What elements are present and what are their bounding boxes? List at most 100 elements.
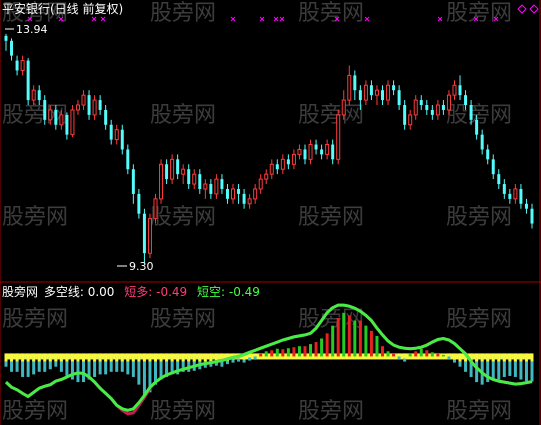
candle-body-down <box>126 149 130 170</box>
histogram-fill <box>109 353 113 362</box>
candle-body-up <box>147 218 152 254</box>
histogram-bar <box>425 350 429 357</box>
histogram-fill <box>87 353 91 362</box>
histogram-bar <box>419 348 423 357</box>
histogram-bar <box>381 346 385 357</box>
candle-body-down <box>475 119 479 135</box>
candle-body-up <box>247 198 252 205</box>
histogram-fill <box>37 353 41 362</box>
candle-body-down <box>458 85 462 96</box>
candle-body-up <box>269 163 274 175</box>
histogram-bar <box>436 353 440 357</box>
candle-body-down <box>43 100 47 120</box>
signal-marker-x <box>437 16 443 22</box>
histogram-fill <box>181 353 185 362</box>
histogram-bar <box>297 346 301 357</box>
candle-body-up <box>181 168 186 175</box>
histogram-fill <box>126 353 130 362</box>
histogram-bar <box>253 356 257 359</box>
watermark-text: 股旁网 <box>298 103 364 128</box>
candle-body-down <box>286 159 290 165</box>
candle-body-down <box>198 174 202 189</box>
candle-body-up <box>363 84 368 101</box>
signal-marker-diamond <box>517 4 527 14</box>
candle-body-down <box>165 164 169 180</box>
histogram-fill <box>65 353 69 362</box>
watermark-text: 股旁网 <box>2 205 68 230</box>
candle-body-down <box>220 179 224 189</box>
signal-marker-x <box>279 16 285 22</box>
histogram-fill <box>187 353 191 362</box>
candle-body-down <box>464 95 468 106</box>
watermark-text: 股旁网 <box>298 205 364 230</box>
candle-body-up <box>192 173 197 185</box>
candle-body-down <box>524 203 528 209</box>
histogram-bar <box>447 356 451 359</box>
legend-short-short: 短空: -0.49 <box>197 285 260 299</box>
histogram-fill <box>131 353 135 362</box>
candle-body-up <box>408 114 413 126</box>
candle-body-down <box>109 124 113 140</box>
min-price-label: 9.30 <box>129 260 154 273</box>
stock-chart-svg: 股旁网 股旁网 股旁网 股旁网股旁网 股旁网 股旁网 股旁网股旁网 股旁网 股旁网 股旁网股旁网股… <box>0 0 541 425</box>
legend-long-short-line: 多空线: 0.00 <box>43 285 115 299</box>
candle-body-down <box>430 109 434 115</box>
candle-body-down <box>4 35 8 41</box>
candle-body-down <box>497 174 501 185</box>
histogram-fill <box>26 353 30 362</box>
histogram-fill <box>82 353 86 362</box>
histogram-fill <box>508 353 512 362</box>
candle-body-down <box>353 75 357 91</box>
histogram-fill <box>70 353 74 362</box>
candle-body-down <box>425 105 429 110</box>
candle-body-down <box>209 184 213 194</box>
candle-body-down <box>26 60 30 101</box>
histogram-fill <box>209 353 213 362</box>
histogram-bar <box>386 351 390 357</box>
histogram-fill <box>15 353 19 362</box>
histogram-fill <box>253 353 257 356</box>
candle-body-up <box>297 148 302 155</box>
candle-body-down <box>225 188 229 199</box>
histogram-bar <box>364 325 368 357</box>
watermark-text: 股旁网 <box>298 1 364 26</box>
candle-body-down <box>530 208 534 224</box>
histogram-fill <box>98 353 102 362</box>
max-price-label: 13.94 <box>16 23 48 36</box>
histogram-fill <box>198 353 202 362</box>
candle-body-down <box>320 149 324 155</box>
candle-body-up <box>446 94 451 111</box>
candle-body-up <box>308 144 313 160</box>
candle-body-down <box>120 129 124 150</box>
candle-body-up <box>75 104 80 111</box>
histogram-fill <box>176 353 180 362</box>
histogram-fill <box>137 353 141 362</box>
histogram-bar <box>314 342 318 357</box>
candle-body-up <box>347 74 352 101</box>
watermark-text: 股旁网 <box>298 399 364 424</box>
candle-body-down <box>469 105 473 120</box>
candle-body-down <box>98 100 102 110</box>
candle-body-up <box>258 178 263 190</box>
candle-body-up <box>159 163 164 200</box>
candle-body-up <box>336 114 341 160</box>
histogram-fill <box>115 353 119 362</box>
candle-body-up <box>59 114 64 126</box>
histogram-fill <box>76 353 80 362</box>
histogram-fill <box>513 353 517 362</box>
histogram-fill <box>170 353 174 362</box>
histogram-fill <box>203 353 207 362</box>
histogram-fill <box>142 353 146 362</box>
candle-body-down <box>176 159 180 175</box>
indicator-legend: 股旁网 多空线: 0.00 短多: -0.49 短空: -0.49 <box>2 285 260 299</box>
candle-body-down <box>491 159 495 175</box>
candle-body-up <box>81 94 86 106</box>
histogram-fill <box>192 353 196 362</box>
histogram-bar <box>430 352 434 357</box>
candle-body-down <box>397 90 401 106</box>
candle-body-up <box>291 153 296 165</box>
candle-body-up <box>325 144 330 155</box>
histogram-bar <box>320 338 324 357</box>
candle-body-down <box>419 100 423 106</box>
candle-body-up <box>341 99 346 116</box>
